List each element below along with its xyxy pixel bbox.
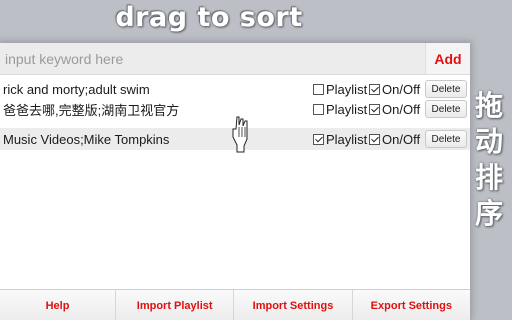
import-playlist-button[interactable]: Import Playlist [116,290,235,320]
playlist-toggle[interactable]: Playlist [313,102,367,117]
import-settings-button[interactable]: Import Settings [234,290,353,320]
onoff-checkbox[interactable] [369,133,380,145]
drag-to-sort-heading: drag to sort [115,2,303,33]
side-heading-char: 序 [474,197,503,230]
playlist-toggle[interactable]: Playlist [313,132,367,147]
playlist-checkbox[interactable] [313,103,324,115]
delete-button[interactable]: Delete [425,130,467,148]
help-button[interactable]: Help [0,290,116,320]
side-heading-vertical: 拖 动 排 序 [471,88,507,232]
export-settings-button[interactable]: Export Settings [352,290,470,320]
playlist-label: Playlist [326,101,368,117]
side-heading-char: 排 [474,161,503,194]
delete-button[interactable]: Delete [425,80,467,98]
list-item[interactable]: rick and morty;adult swim Playlist On/Of… [0,79,470,99]
side-heading-char: 拖 [474,89,503,122]
onoff-toggle[interactable]: On/Off [369,102,420,117]
list-item-label: 爸爸去哪,完整版;湖南卫视官方 [3,102,180,118]
onoff-toggle[interactable]: On/Off [369,82,420,97]
keyword-input-bar: Add [0,43,470,75]
delete-button[interactable]: Delete [425,100,467,118]
onoff-label: On/Off [382,131,421,147]
onoff-toggle[interactable]: On/Off [369,132,420,147]
keyword-input[interactable] [0,43,424,74]
playlist-label: Playlist [326,131,368,147]
playlist-checkbox[interactable] [313,83,324,95]
list-item-label: Music Videos;Mike Tompkins [3,131,170,147]
keyword-panel: Add rick and morty;adult swim Playlist O… [0,43,470,320]
onoff-checkbox[interactable] [369,83,380,95]
footer-toolbar: Help Import Playlist Import Settings Exp… [0,289,470,320]
grab-hand-icon [232,116,248,153]
playlist-checkbox[interactable] [313,133,324,145]
onoff-label: On/Off [382,81,421,97]
playlist-toggle[interactable]: Playlist [313,82,367,97]
list-item-label: rick and morty;adult swim [3,81,150,97]
keyword-list: rick and morty;adult swim Playlist On/Of… [0,76,470,288]
side-heading-char: 动 [474,125,503,158]
onoff-checkbox[interactable] [369,103,380,115]
playlist-label: Playlist [326,81,368,97]
onoff-label: On/Off [382,101,421,117]
add-button[interactable]: Add [425,43,470,74]
